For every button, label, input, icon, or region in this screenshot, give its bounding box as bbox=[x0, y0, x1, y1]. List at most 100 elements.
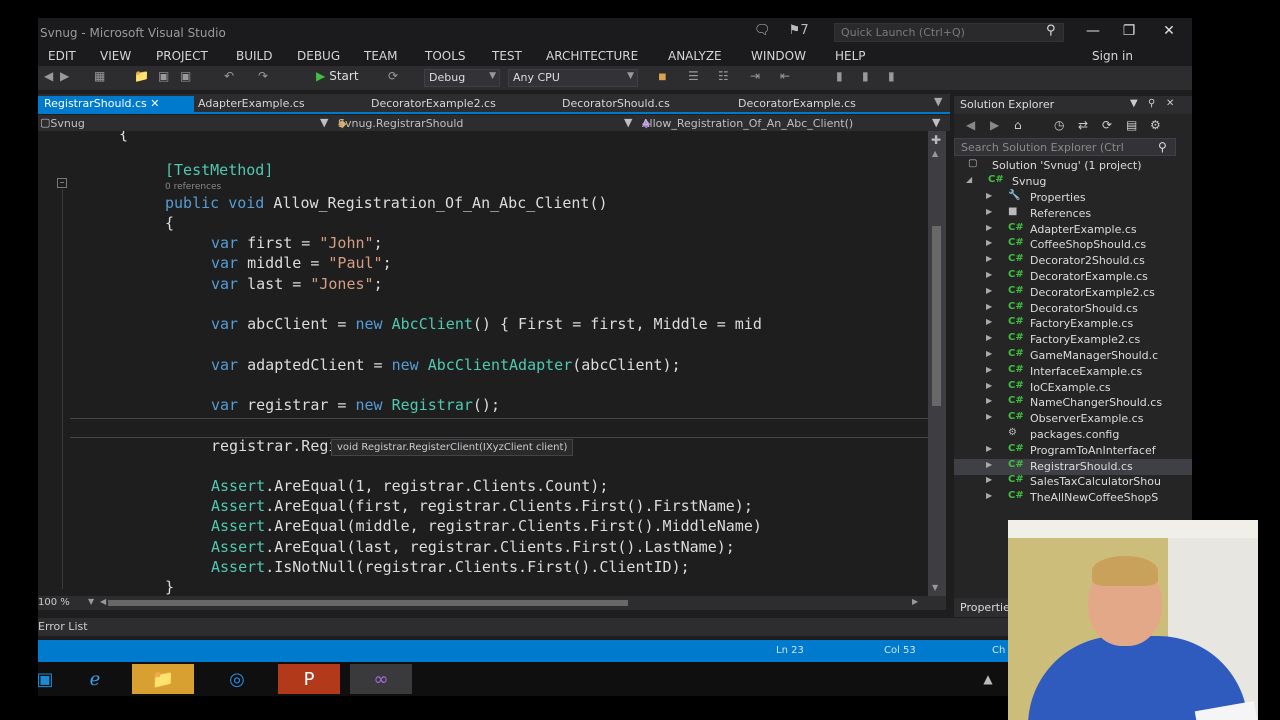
quick-launch-input[interactable]: Quick Launch (Ctrl+Q) bbox=[834, 23, 1064, 42]
expand-arrow-icon[interactable]: ▶ bbox=[986, 460, 992, 469]
refresh-icon[interactable]: ⟳ bbox=[388, 69, 398, 83]
network-icon[interactable]: ◎ bbox=[206, 664, 268, 694]
properties-icon[interactable]: ⚙ bbox=[1150, 118, 1161, 132]
expand-arrow-icon[interactable]: ◢ bbox=[966, 175, 972, 184]
redo-icon[interactable]: ↷ bbox=[258, 69, 268, 83]
chevron-down-icon[interactable]: ▼ bbox=[624, 116, 632, 129]
editor-horizontal-scrollbar[interactable]: 100 % ▼ ◀ ▶ bbox=[38, 596, 946, 610]
refresh-icon[interactable]: ⟳ bbox=[1102, 118, 1112, 132]
history-icon[interactable]: ◷ bbox=[1054, 118, 1064, 132]
menu-architecture[interactable]: ARCHITECTURE bbox=[546, 49, 638, 63]
solution-search-input[interactable]: Search Solution Explorer (Ctrl bbox=[954, 138, 1176, 156]
menu-project[interactable]: PROJECT bbox=[156, 49, 208, 63]
tree-item[interactable]: ▶ ■ References bbox=[954, 206, 1192, 222]
pin-icon[interactable]: ⚲ bbox=[1148, 98, 1155, 109]
tree-solution[interactable]: ▢ Solution 'Svnug' (1 project) bbox=[954, 158, 1192, 174]
tree-item[interactable]: ▶ C# SalesTaxCalculatorShou bbox=[954, 474, 1192, 490]
minimize-button[interactable]: — bbox=[1078, 21, 1108, 41]
tree-item[interactable]: ▶ C# TheAllNewCoffeeShopS bbox=[954, 490, 1192, 506]
scroll-up-icon[interactable]: ▲ bbox=[932, 149, 938, 158]
menu-help[interactable]: HELP bbox=[835, 49, 866, 63]
code-editor[interactable]: − { [TestMethod] 0 references public voi… bbox=[38, 131, 928, 596]
expand-arrow-icon[interactable]: ▶ bbox=[986, 349, 992, 358]
expand-arrow-icon[interactable]: ▶ bbox=[986, 412, 992, 421]
chevron-down-icon[interactable]: ▼ bbox=[88, 597, 94, 606]
expand-arrow-icon[interactable]: ▶ bbox=[986, 381, 992, 390]
expand-arrow-icon[interactable]: ▶ bbox=[986, 286, 992, 295]
outdent-icon[interactable]: ⇤ bbox=[780, 69, 790, 83]
expand-arrow-icon[interactable]: ▶ bbox=[986, 491, 992, 500]
scroll-down-icon[interactable]: ▼ bbox=[932, 583, 938, 592]
expand-arrow-icon[interactable]: ▶ bbox=[986, 207, 992, 216]
expand-arrow-icon[interactable]: ▶ bbox=[986, 444, 992, 453]
collapse-all-icon[interactable]: ▤ bbox=[1126, 118, 1137, 132]
tree-item[interactable]: ▶ C# CoffeeShopShould.cs bbox=[954, 237, 1192, 253]
editor-vertical-scrollbar[interactable]: ✚ ▲ ▼ bbox=[928, 131, 946, 596]
visual-studio-icon[interactable]: ∞ bbox=[350, 664, 412, 694]
expand-arrow-icon[interactable]: ▶ bbox=[986, 396, 992, 405]
tree-item[interactable]: ▶ C# AdapterExample.cs bbox=[954, 222, 1192, 238]
menu-tools[interactable]: TOOLS bbox=[425, 49, 466, 63]
tab-list-dropdown-icon[interactable]: ▼ bbox=[934, 95, 942, 108]
undo-icon[interactable]: ↶ bbox=[224, 69, 234, 83]
start-button[interactable]: ▶ Start bbox=[316, 69, 359, 83]
platform-dropdown[interactable]: Any CPU ▼ bbox=[508, 69, 638, 87]
menu-window[interactable]: WINDOW bbox=[751, 49, 806, 63]
home-icon[interactable]: ⌂ bbox=[1014, 118, 1022, 132]
find-in-files-icon[interactable]: ◾ bbox=[658, 69, 667, 83]
scroll-right-icon[interactable]: ▶ bbox=[912, 597, 918, 606]
chevron-down-icon[interactable]: ▼ bbox=[320, 116, 328, 129]
sign-in-link[interactable]: Sign in bbox=[1092, 49, 1133, 63]
expand-arrow-icon[interactable]: ▶ bbox=[986, 223, 992, 232]
tab-decoratorexample2[interactable]: DecoratorExample2.cs bbox=[365, 96, 502, 114]
maximize-button[interactable]: ❐ bbox=[1114, 21, 1144, 41]
panel-menu-icon[interactable]: ▼ bbox=[1130, 98, 1138, 109]
chevron-down-icon[interactable]: ▼ bbox=[932, 116, 940, 129]
close-button[interactable]: ✕ bbox=[1154, 21, 1184, 41]
menu-test[interactable]: TEST bbox=[492, 49, 522, 63]
forward-icon[interactable]: ▶ bbox=[60, 69, 69, 83]
tree-item[interactable]: ▶ C# FactoryExample.cs bbox=[954, 316, 1192, 332]
tree-item[interactable]: ▶ C# DecoratorExample.cs bbox=[954, 269, 1192, 285]
expand-arrow-icon[interactable]: ▶ bbox=[986, 333, 992, 342]
prev-bookmark-icon[interactable]: ▮ bbox=[862, 69, 869, 83]
tab-adapterexample[interactable]: AdapterExample.cs bbox=[192, 96, 311, 114]
expand-arrow-icon[interactable]: ▶ bbox=[986, 302, 992, 311]
feedback-icon[interactable]: 🗨 bbox=[754, 23, 771, 38]
tree-item[interactable]: ▶ C# ObserverExample.cs bbox=[954, 411, 1192, 427]
indent-icon[interactable]: ⇥ bbox=[750, 69, 760, 83]
back-icon[interactable]: ◀ bbox=[44, 69, 53, 83]
save-all-icon[interactable]: ▣ bbox=[180, 69, 191, 83]
notifications-icon[interactable]: ⚑7 bbox=[789, 23, 823, 38]
menu-analyze[interactable]: ANALYZE bbox=[668, 49, 722, 63]
tab-registrarshould[interactable]: RegistrarShould.cs ✕ bbox=[38, 96, 194, 114]
forward-icon[interactable]: ▶ bbox=[990, 118, 999, 132]
menu-team[interactable]: TEAM bbox=[364, 49, 397, 63]
scroll-left-icon[interactable]: ◀ bbox=[100, 597, 106, 606]
tree-item[interactable]: ▶ C# FactoryExample2.cs bbox=[954, 332, 1192, 348]
tab-decoratorshould[interactable]: DecoratorShould.cs bbox=[556, 96, 676, 114]
tree-item[interactable]: ▶ C# NameChangerShould.cs bbox=[954, 395, 1192, 411]
collapse-icon[interactable]: − bbox=[57, 178, 67, 188]
comment-icon[interactable]: ☷ bbox=[718, 69, 729, 83]
expand-arrow-icon[interactable]: ▶ bbox=[986, 475, 992, 484]
tree-item[interactable]: ▶ C# ProgramToAnInterfacef bbox=[954, 443, 1192, 459]
tree-item[interactable]: ▶ C# DecoratorShould.cs bbox=[954, 301, 1192, 317]
next-bookmark-icon[interactable]: ▮ bbox=[888, 69, 895, 83]
tree-item[interactable]: ⚙ packages.config bbox=[954, 427, 1192, 443]
tree-item[interactable]: ▶ 🔧 Properties bbox=[954, 190, 1192, 206]
expand-arrow-icon[interactable]: ▶ bbox=[986, 191, 992, 200]
powerpoint-icon[interactable]: P bbox=[278, 664, 340, 694]
tree-item[interactable]: ▶ C# InterfaceExample.cs bbox=[954, 364, 1192, 380]
tree-item[interactable]: ▶ C# DecoratorExample2.cs bbox=[954, 285, 1192, 301]
menu-debug[interactable]: DEBUG bbox=[297, 49, 340, 63]
expand-arrow-icon[interactable]: ▶ bbox=[986, 317, 992, 326]
zoom-level-dropdown[interactable]: 100 % bbox=[38, 597, 70, 608]
back-icon[interactable]: ◀ bbox=[966, 118, 975, 132]
menu-edit[interactable]: EDIT bbox=[48, 49, 76, 63]
project-dropdown[interactable]: ▢ Svnug bbox=[40, 116, 85, 130]
search-icon[interactable]: ⚲ bbox=[1046, 23, 1056, 38]
code-lens-references[interactable]: 0 references bbox=[165, 182, 221, 192]
bookmark-icon[interactable]: ▮ bbox=[836, 69, 843, 83]
sync-icon[interactable]: ⇄ bbox=[1078, 118, 1088, 132]
